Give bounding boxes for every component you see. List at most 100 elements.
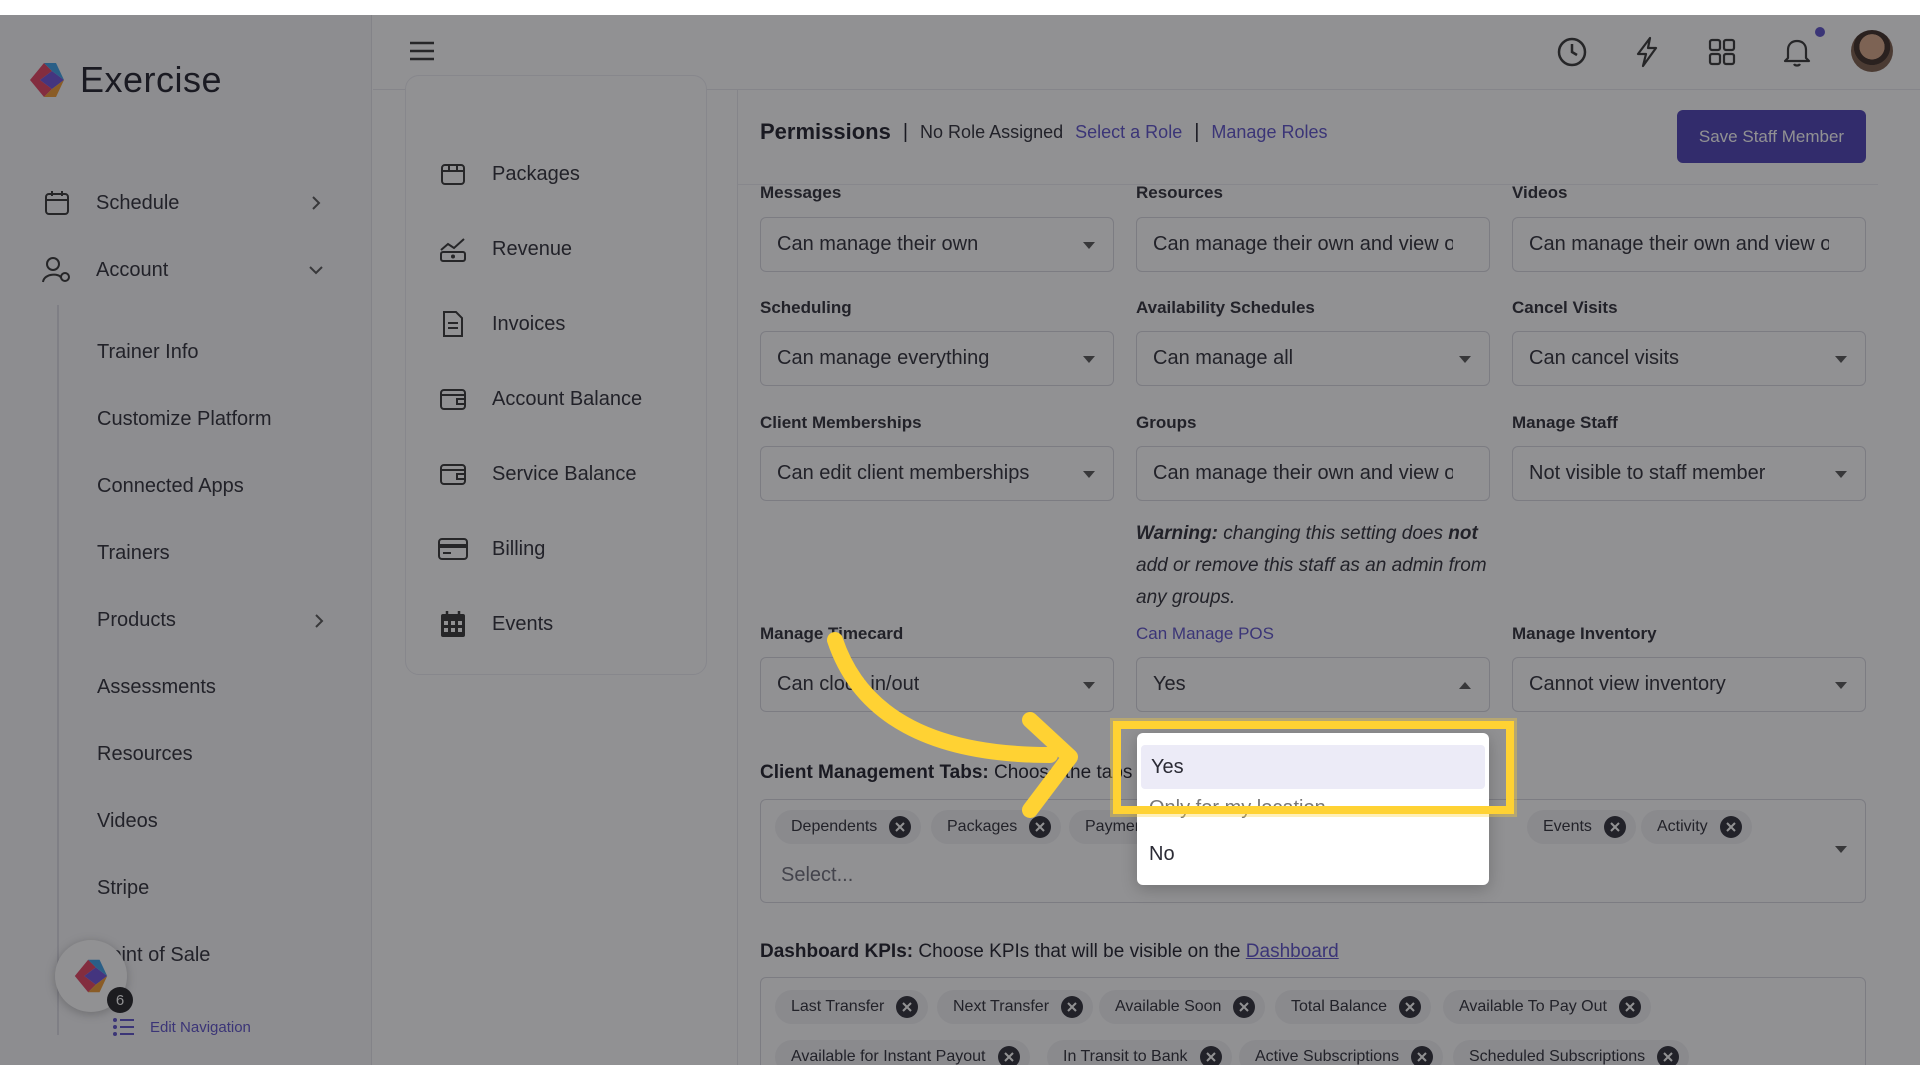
scheduling-select[interactable]: Can manage everything xyxy=(760,331,1114,386)
chip-label: Next Transfer xyxy=(953,998,1050,1015)
select-value: Can manage their own and view others xyxy=(1153,462,1453,484)
can-manage-pos-select[interactable]: Yes xyxy=(1136,657,1490,712)
select-value: Can manage everything xyxy=(777,347,990,369)
notification-dot xyxy=(1815,27,1825,37)
sidebar-subitem-videos[interactable]: Videos xyxy=(97,806,337,836)
list-icon xyxy=(113,1018,134,1036)
chip-events: Events xyxy=(1527,810,1636,844)
sidebar-subitem-trainers[interactable]: Trainers xyxy=(97,538,337,568)
availability-schedules-select[interactable]: Can manage all xyxy=(1136,331,1490,386)
edit-navigation-link[interactable]: Edit Navigation xyxy=(112,1015,251,1039)
chip-next-transfer: Next Transfer xyxy=(937,990,1094,1024)
groups-select[interactable]: Can manage their own and view others xyxy=(1136,446,1490,501)
sidebar-subitem-point-of-sale[interactable]: Point of Sale xyxy=(97,940,337,970)
submenu-item-label: Service Balance xyxy=(492,462,637,485)
select-value: Can edit client memberships xyxy=(777,462,1030,484)
select-value: Can clock in/out xyxy=(777,673,920,695)
remove-chip-icon[interactable] xyxy=(896,996,919,1018)
dashboard-link[interactable]: Dashboard xyxy=(1246,941,1339,962)
groups-label: Groups xyxy=(1136,413,1197,432)
chip-last-transfer: Last Transfer xyxy=(775,990,929,1024)
chip-label: Available Soon xyxy=(1115,998,1222,1015)
app-name: Exercise xyxy=(80,59,223,100)
remove-chip-icon[interactable] xyxy=(1061,996,1084,1018)
remove-chip-icon[interactable] xyxy=(1603,816,1626,838)
bell-icon[interactable] xyxy=(1780,35,1814,69)
remove-chip-icon[interactable] xyxy=(1719,816,1742,838)
submenu-item-revenue[interactable]: Revenue xyxy=(438,231,572,267)
user-gear-icon xyxy=(42,255,72,285)
manage-roles-link[interactable]: Manage Roles xyxy=(1211,122,1327,143)
messages-select[interactable]: Can manage their own xyxy=(760,217,1114,272)
apps-grid-icon[interactable] xyxy=(1705,35,1739,69)
remove-chip-icon[interactable] xyxy=(1618,996,1641,1018)
sidebar-item-account[interactable]: Account xyxy=(42,250,332,290)
manage-inventory-select[interactable]: Cannot view inventory xyxy=(1512,657,1866,712)
remove-chip-icon[interactable] xyxy=(1199,1046,1222,1065)
chip-label: Dependents xyxy=(791,818,878,835)
remove-chip-icon[interactable] xyxy=(1657,1046,1680,1065)
lightning-icon[interactable] xyxy=(1630,35,1664,69)
submenu-item-invoices[interactable]: Invoices xyxy=(438,306,565,342)
main-divider xyxy=(737,90,738,1065)
avatar[interactable] xyxy=(1851,30,1893,72)
sidebar-subitem-trainer-info[interactable]: Trainer Info xyxy=(97,337,337,367)
logo[interactable]: Exercise xyxy=(26,59,222,101)
sidebar-subitem-products[interactable]: Products xyxy=(97,605,337,635)
dashboard-kpis-description: Choose KPIs that will be visible on the xyxy=(913,941,1246,962)
resources-select[interactable]: Can manage their own and view others xyxy=(1136,217,1490,272)
manage-timecard-select[interactable]: Can clock in/out xyxy=(760,657,1114,712)
submenu-item-account-balance[interactable]: Account Balance xyxy=(438,381,642,417)
cancel-visits-label: Cancel Visits xyxy=(1512,298,1618,317)
select-value: Yes xyxy=(1153,673,1186,695)
manage-staff-label: Manage Staff xyxy=(1512,413,1618,432)
warning-bold: Warning: xyxy=(1136,523,1218,544)
clock-icon[interactable] xyxy=(1555,35,1589,69)
chip-label: Last Transfer xyxy=(791,998,885,1015)
videos-select[interactable]: Can manage their own and view others xyxy=(1512,217,1866,272)
hamburger-menu-icon[interactable] xyxy=(408,37,436,65)
sidebar-subitem-stripe[interactable]: Stripe xyxy=(97,873,337,903)
sidebar-item-schedule[interactable]: Schedule xyxy=(42,183,332,223)
scheduling-label: Scheduling xyxy=(760,298,852,317)
remove-chip-icon[interactable] xyxy=(1029,816,1052,838)
chevron-right-icon xyxy=(315,614,324,628)
sidebar-subitem-assessments[interactable]: Assessments xyxy=(97,672,337,702)
remove-chip-icon[interactable] xyxy=(1233,996,1256,1018)
sidebar-subitem-resources[interactable]: Resources xyxy=(97,739,337,769)
submenu-item-billing[interactable]: Billing xyxy=(438,531,545,567)
remove-chip-icon[interactable] xyxy=(1399,996,1422,1018)
select-role-link[interactable]: Select a Role xyxy=(1075,122,1182,143)
pos-option-no[interactable]: No xyxy=(1149,843,1175,866)
caret-up-icon xyxy=(1459,682,1471,689)
cancel-visits-select[interactable]: Can cancel visits xyxy=(1512,331,1866,386)
submenu-item-label: Billing xyxy=(492,537,546,560)
client-tabs-title: Client Management Tabs: xyxy=(760,762,989,783)
submenu-item-packages[interactable]: Packages xyxy=(438,156,580,192)
select-value: Can manage their own and view others xyxy=(1529,233,1829,255)
client-memberships-select[interactable]: Can edit client memberships xyxy=(760,446,1114,501)
remove-chip-icon[interactable] xyxy=(997,1046,1020,1065)
submenu-item-service-balance[interactable]: Service Balance xyxy=(438,456,637,492)
submenu-item-events[interactable]: Events xyxy=(438,606,553,642)
permissions-header: Permissions | No Role Assigned Select a … xyxy=(760,119,1327,145)
dashboard-kpis-multiselect[interactable]: Last Transfer Next Transfer Available So… xyxy=(760,977,1866,1065)
remove-chip-icon[interactable] xyxy=(889,816,912,838)
chip-dependents: Dependents xyxy=(775,810,922,844)
caret-down-icon xyxy=(1835,682,1847,689)
caret-down-icon xyxy=(1083,356,1095,363)
chevron-down-icon xyxy=(309,266,323,275)
sidebar-subitem-customize-platform[interactable]: Customize Platform xyxy=(97,404,337,434)
invoice-icon xyxy=(438,309,468,339)
caret-down-icon xyxy=(1459,356,1471,363)
remove-chip-icon[interactable] xyxy=(1411,1046,1434,1065)
chip-available-to-pay-out: Available To Pay Out xyxy=(1443,990,1651,1024)
manage-staff-select[interactable]: Not visible to staff member xyxy=(1512,446,1866,501)
chip-label: Activity xyxy=(1657,818,1708,835)
caret-down-icon xyxy=(1083,242,1095,249)
availability-schedules-label: Availability Schedules xyxy=(1136,298,1315,317)
sidebar-subitem-connected-apps[interactable]: Connected Apps xyxy=(97,471,337,501)
sidebar: Exercise Schedule Account Trainer Info C… xyxy=(0,15,372,1065)
save-staff-member-button[interactable]: Save Staff Member xyxy=(1677,110,1866,163)
select-value: Cannot view inventory xyxy=(1529,673,1726,695)
